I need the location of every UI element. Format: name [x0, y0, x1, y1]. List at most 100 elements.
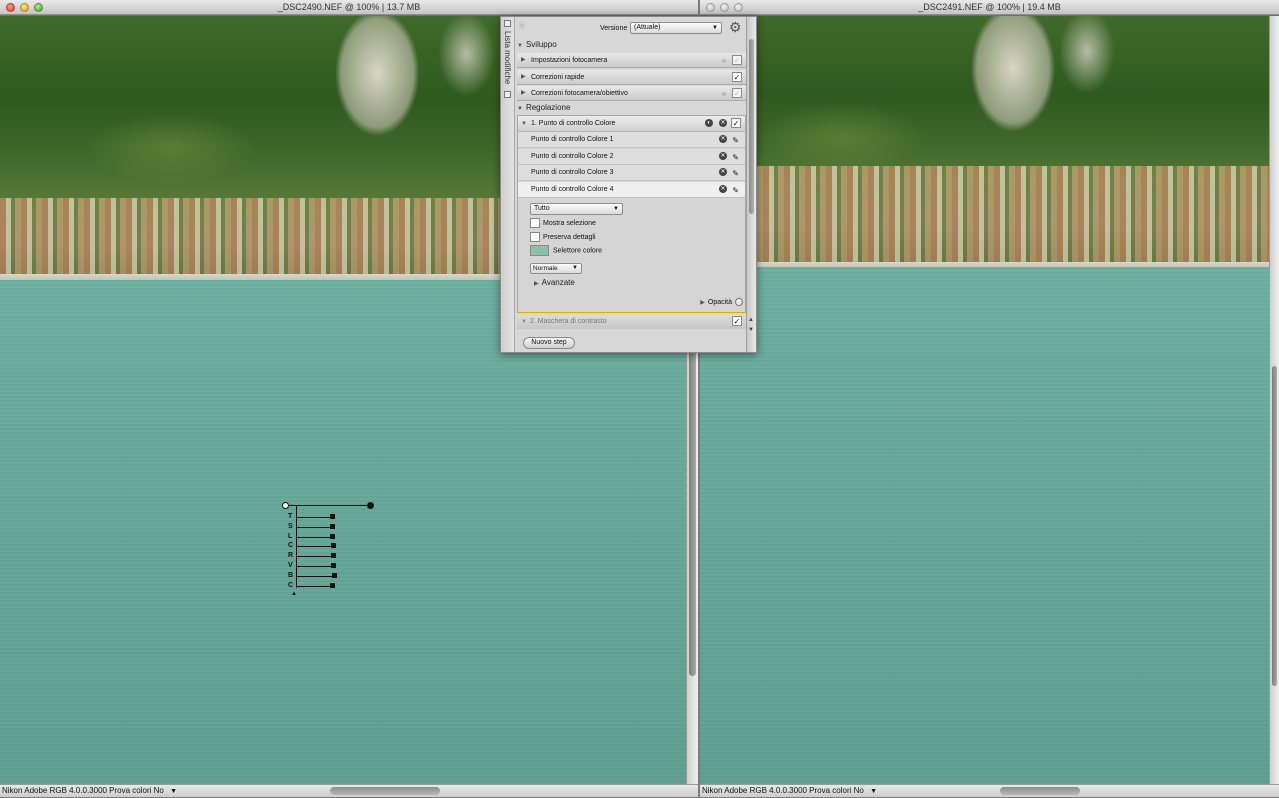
control-point-size-handle[interactable]: [367, 502, 374, 509]
opacity-dial-icon[interactable]: [735, 298, 743, 307]
scroll-up-icon[interactable]: ▲: [748, 317, 754, 323]
horizontal-scroll-thumb-right[interactable]: [1000, 787, 1080, 795]
color-control-point[interactable]: TSLCRVBC ▲: [280, 500, 380, 600]
control-point-slider[interactable]: S: [286, 522, 366, 531]
control-point-row[interactable]: Punto di controllo Colore 3 ✕ ✎: [518, 165, 745, 181]
zoom-button[interactable]: [734, 3, 743, 12]
control-point-slider[interactable]: T: [286, 512, 366, 521]
control-point-label: Punto di controllo Colore 4: [531, 185, 614, 193]
zoom-button[interactable]: [34, 3, 43, 12]
checkbox-label: Preserva dettagli: [543, 234, 596, 241]
step-2-enable-checkbox[interactable]: ✓: [732, 316, 742, 326]
control-point-slider[interactable]: B: [286, 571, 366, 580]
delete-point-icon[interactable]: ✕: [719, 168, 727, 176]
minimize-button[interactable]: [720, 3, 729, 12]
horizontal-scroll-thumb-left[interactable]: [330, 787, 440, 795]
title-bar-left[interactable]: _DSC2490.NEF @ 100% | 13.7 MB: [0, 0, 698, 15]
enable-checkbox[interactable]: ✓: [732, 88, 742, 98]
image-canvas-right[interactable]: [700, 16, 1269, 784]
delete-point-icon[interactable]: ✕: [719, 135, 727, 143]
title-bar-right[interactable]: _DSC2491.NEF @ 100% | 19.4 MB: [700, 0, 1279, 15]
blend-mode-select[interactable]: Normale ▼: [530, 263, 582, 274]
sviluppo-item[interactable]: ▶ Impostazioni fotocamera ⚭ ✓: [517, 53, 746, 68]
opacity-toggle[interactable]: ▶ Opacità: [700, 298, 743, 308]
disclosure-open-icon: ▼: [517, 106, 523, 112]
vertical-scrollbar-right[interactable]: [1269, 16, 1279, 784]
step-1-header[interactable]: ▼ 1. Punto di controllo Colore ◐ ✕ ✓: [518, 116, 745, 132]
panel-side-tab[interactable]: Lista modifiche: [501, 17, 515, 352]
checkbox-box[interactable]: [530, 218, 540, 229]
slider-handle[interactable]: [330, 523, 335, 529]
control-point-slider[interactable]: C: [286, 541, 366, 550]
preserve-details-checkbox[interactable]: Preserva dettagli: [530, 232, 596, 243]
slider-handle[interactable]: [330, 514, 335, 519]
disclosure-open-icon: ▼: [521, 319, 527, 325]
close-button[interactable]: [6, 3, 15, 12]
advanced-toggle[interactable]: ▶ Avanzate: [534, 278, 575, 289]
version-select[interactable]: (Attuale) ▼: [630, 22, 722, 34]
slider-handle[interactable]: [331, 563, 336, 568]
control-point-slider[interactable]: C: [286, 581, 366, 590]
delete-step-icon[interactable]: ✕: [719, 119, 727, 127]
sviluppo-item[interactable]: ▶ Correzioni fotocamera/obiettivo ⚭ ✓: [517, 86, 746, 101]
collapse-sliders-icon[interactable]: ▲: [291, 591, 297, 597]
section-sviluppo[interactable]: ▼ Sviluppo: [515, 39, 746, 51]
checkbox-box[interactable]: [530, 232, 540, 243]
panel-scroll-thumb[interactable]: [749, 39, 754, 214]
gear-icon[interactable]: ⚙: [729, 19, 742, 36]
sviluppo-item[interactable]: ▶ Correzioni rapide ✓: [517, 69, 746, 85]
panel-collapse-icon[interactable]: [504, 20, 511, 27]
color-swatch[interactable]: [530, 245, 549, 256]
visibility-icon[interactable]: ◐: [705, 119, 713, 127]
section-title: Sviluppo: [525, 40, 557, 49]
brush-icon[interactable]: ✎: [732, 166, 739, 182]
status-menu-icon[interactable]: ▼: [170, 786, 177, 798]
scroll-thumb-right[interactable]: [1272, 366, 1277, 686]
panel-side-label: Lista modifiche: [503, 31, 512, 85]
brush-icon[interactable]: ✎: [732, 183, 739, 199]
brush-icon[interactable]: ✎: [732, 150, 739, 166]
delete-point-icon[interactable]: ✕: [719, 151, 727, 160]
control-point-slider[interactable]: R: [286, 551, 366, 560]
status-menu-icon[interactable]: ▼: [870, 786, 877, 798]
section-regolazione[interactable]: ▼ Regolazione: [515, 102, 746, 114]
slider-handle[interactable]: [330, 582, 335, 588]
control-point-row[interactable]: Punto di controllo Colore 2 ✕ ✎: [518, 148, 745, 166]
close-button[interactable]: [706, 3, 715, 12]
disclosure-closed-icon: ▶: [521, 73, 526, 80]
panel-scrollbar[interactable]: ▲ ▼: [746, 17, 756, 352]
checkbox-label: Mostra selezione: [543, 220, 596, 227]
step-1-enable-checkbox[interactable]: ✓: [731, 118, 741, 128]
control-point-anchor[interactable]: [282, 502, 289, 509]
enable-checkbox[interactable]: ✓: [732, 55, 742, 65]
chevron-down-icon: ▼: [613, 206, 619, 212]
panel-pin-icon[interactable]: [504, 91, 511, 98]
document-window-right: _DSC2491.NEF @ 100% | 19.4 MB Nikon Adob…: [700, 0, 1279, 797]
slider-handle[interactable]: [330, 533, 335, 539]
step-1-title: 1. Punto di controllo Colore: [531, 120, 616, 127]
step-2-header[interactable]: ▼ 2. Maschera di contrasto ✓: [517, 315, 746, 329]
enable-checkbox[interactable]: ✓: [732, 71, 742, 82]
panel-header: ✳ Versione (Attuale) ▼ ⚙: [515, 17, 746, 37]
show-selection-checkbox[interactable]: Mostra selezione: [530, 218, 596, 229]
control-point-slider[interactable]: L: [286, 532, 366, 541]
control-point-slider[interactable]: V: [286, 561, 366, 570]
slider-label: B: [288, 571, 294, 579]
slider-label: C: [288, 542, 294, 550]
new-step-button[interactable]: Nuovo step: [523, 337, 575, 349]
brush-icon[interactable]: ✎: [732, 133, 739, 149]
color-picker-row[interactable]: Selettore colore: [530, 245, 602, 257]
control-point-row[interactable]: Punto di controllo Colore 1 ✕ ✎: [518, 132, 745, 148]
slider-handle[interactable]: [332, 572, 337, 578]
slider-label: S: [288, 522, 293, 530]
slider-label: C: [288, 581, 294, 589]
control-point-row[interactable]: Punto di controllo Colore 4 ✕ ✎: [518, 181, 745, 199]
slider-handle[interactable]: [331, 543, 336, 549]
panel-content: ✳ Versione (Attuale) ▼ ⚙ ▼ Sviluppo ▶ Impo…: [515, 17, 746, 352]
slider-label: R: [288, 552, 294, 560]
scope-select[interactable]: Tutto ▼: [530, 203, 623, 215]
minimize-button[interactable]: [20, 3, 29, 12]
scroll-down-icon[interactable]: ▼: [748, 327, 754, 333]
delete-point-icon[interactable]: ✕: [719, 184, 727, 193]
slider-handle[interactable]: [331, 553, 336, 559]
